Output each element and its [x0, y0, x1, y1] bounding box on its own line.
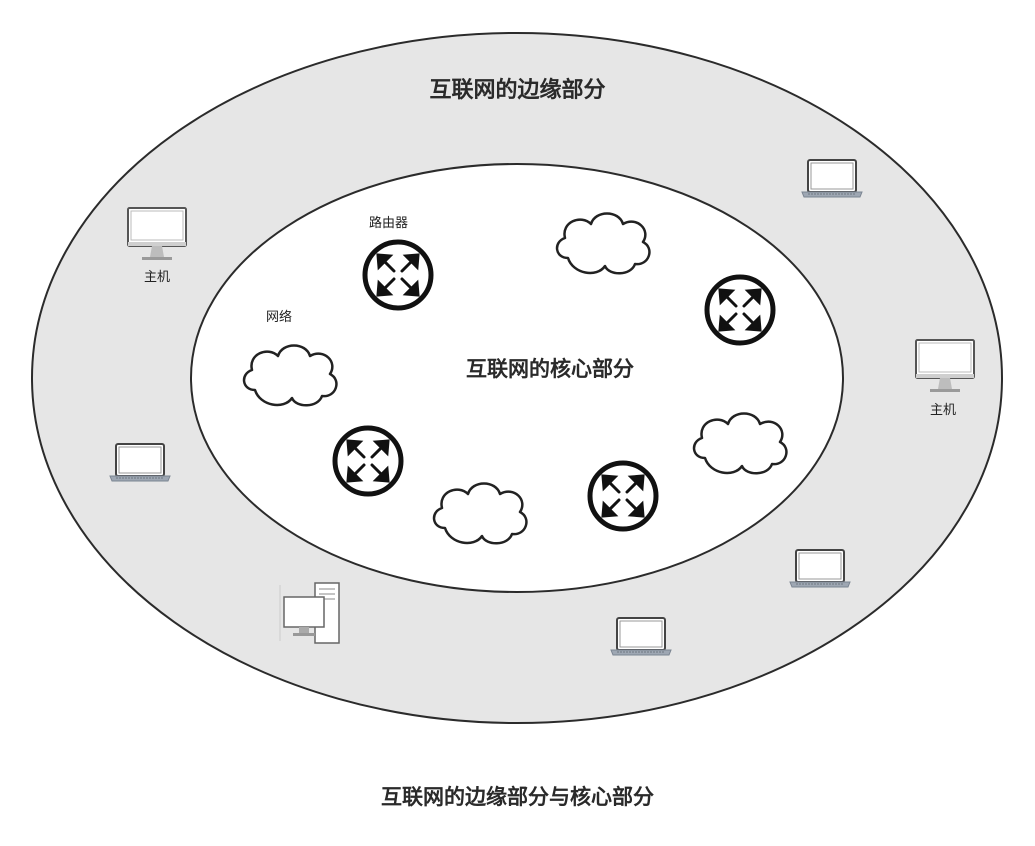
- figure-caption: 互联网的边缘部分与核心部分: [381, 785, 654, 809]
- router-label: 路由器: [369, 216, 409, 231]
- cloud-icon: [432, 482, 528, 545]
- router-icon: [335, 428, 401, 494]
- router-icon: [365, 242, 431, 308]
- laptop-icon: [801, 159, 863, 198]
- network-label: 网络: [266, 310, 293, 325]
- laptop-icon: [789, 549, 851, 588]
- laptop-icon: [109, 443, 171, 482]
- core-title: 互联网的核心部分: [466, 357, 634, 381]
- edge-title: 互联网的边缘部分: [429, 78, 606, 103]
- internet-diagram: [31, 32, 1003, 724]
- host-label-left: 主机: [144, 270, 171, 285]
- cloud-icon: [242, 344, 338, 407]
- cloud-icon: [692, 412, 788, 475]
- laptop-icon: [610, 617, 672, 656]
- router-icon: [707, 277, 773, 343]
- cloud-icon: [555, 212, 651, 275]
- host-label-right: 主机: [930, 403, 957, 418]
- router-icon: [590, 463, 656, 529]
